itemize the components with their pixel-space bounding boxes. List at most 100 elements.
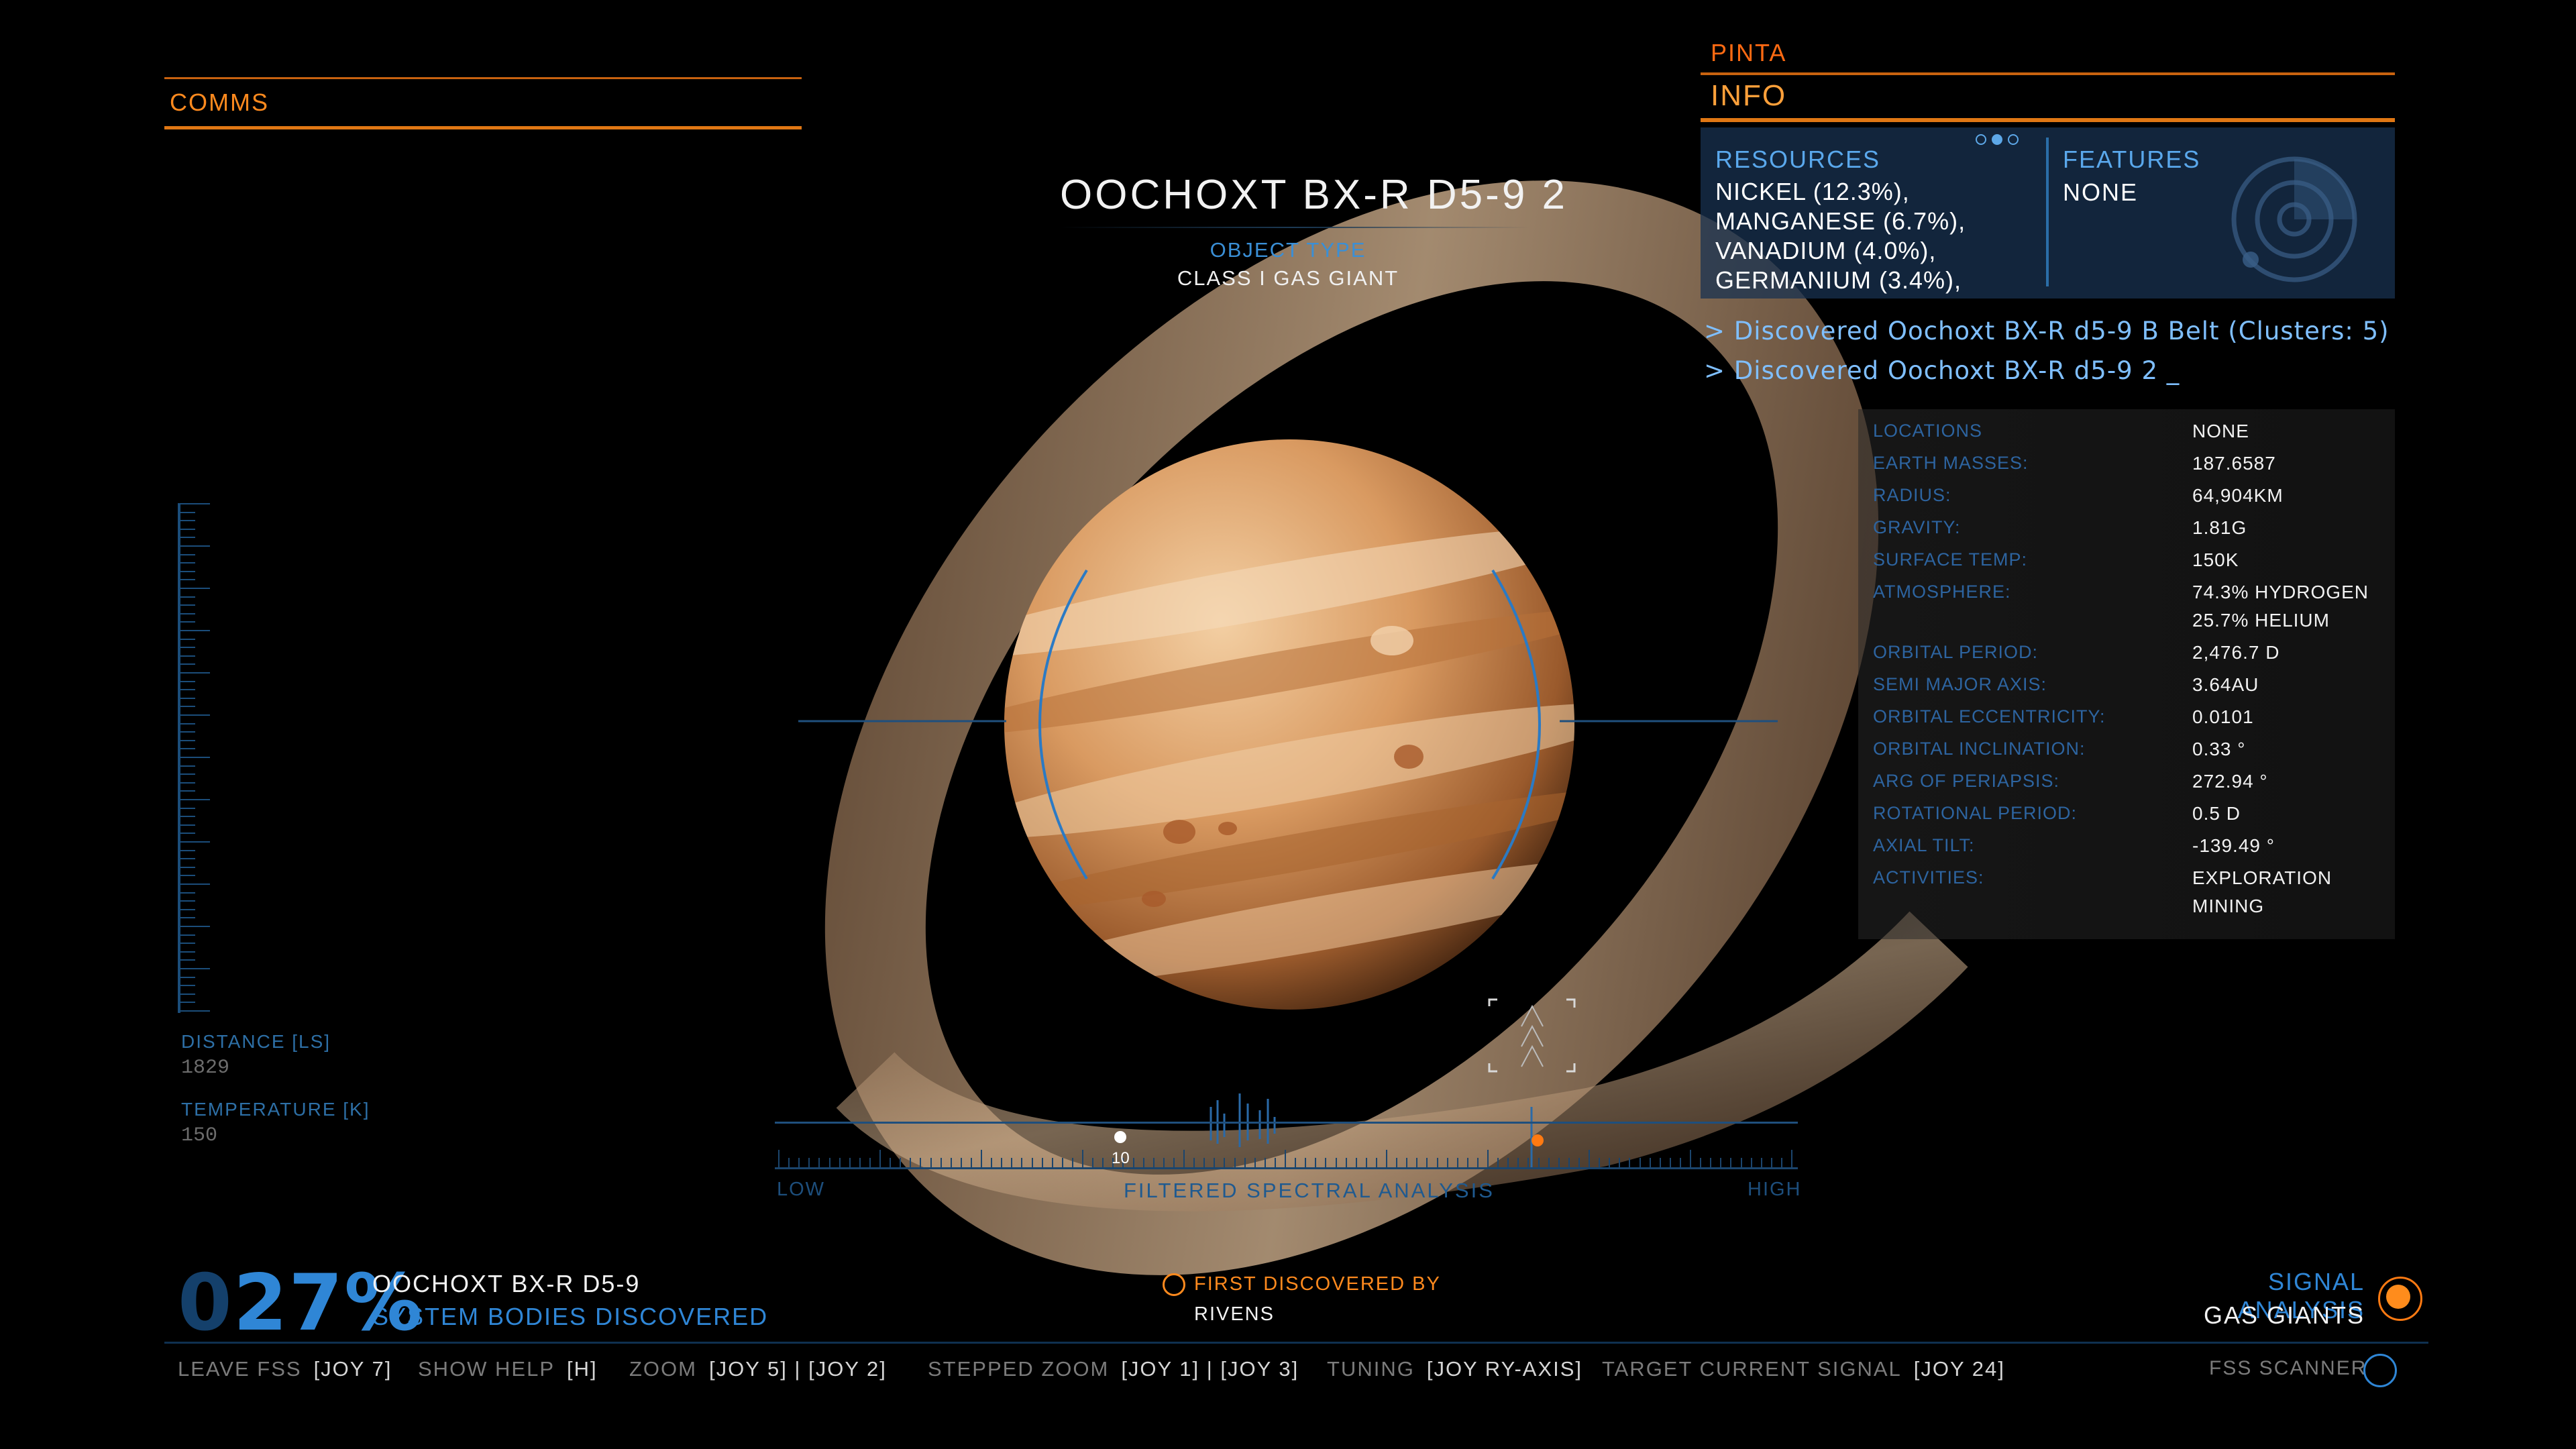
- gauge-tick: [180, 985, 195, 987]
- gauge-tick: [180, 655, 195, 657]
- page-indicator[interactable]: [1976, 134, 2024, 148]
- spectral-signal-orange: [1532, 1134, 1544, 1146]
- spectral-tick: [1193, 1158, 1195, 1167]
- body-data-key: ARG OF PERIAPSIS:: [1873, 771, 2060, 791]
- gauge-tick: [180, 833, 195, 835]
- spectral-tick: [1244, 1158, 1246, 1167]
- gauge-tick: [180, 697, 195, 699]
- spectral-tick: [1730, 1158, 1732, 1167]
- spectral-tick: [1152, 1158, 1155, 1167]
- ship-name: PINTA: [1711, 39, 1787, 66]
- control-hint-leave-fss[interactable]: LEAVE FSS [JOY 7]: [178, 1357, 392, 1381]
- distance-gauge: [178, 503, 221, 1013]
- title-divider: [1060, 227, 1529, 228]
- gauge-tick: [180, 663, 195, 665]
- spectral-tick: [1720, 1158, 1722, 1167]
- spectral-tick: [1375, 1158, 1377, 1167]
- control-key: TARGET CURRENT SIGNAL: [1602, 1357, 1902, 1381]
- spectral-marker-value: 10: [1112, 1149, 1130, 1167]
- spectral-tick: [1446, 1158, 1448, 1167]
- spectral-tick: [1558, 1158, 1560, 1167]
- spectral-tick: [879, 1150, 881, 1167]
- gauge-tick: [180, 816, 195, 818]
- body-data-value: 150K: [2192, 549, 2239, 570]
- control-hint-stepped-zoom[interactable]: STEPPED ZOOM [JOY 1] | [JOY 3]: [928, 1357, 1299, 1381]
- spectral-tick: [1700, 1158, 1702, 1167]
- spectral-tick: [1750, 1158, 1752, 1167]
- spectral-tick: [1203, 1158, 1205, 1167]
- info-tab[interactable]: INFO: [1711, 79, 1786, 113]
- control-hint-zoom[interactable]: ZOOM [JOY 5] | [JOY 2]: [629, 1357, 887, 1381]
- gauge-tick: [180, 866, 195, 868]
- spectral-tick: [930, 1158, 932, 1167]
- gauge-tick: [180, 943, 195, 945]
- distance-label: DISTANCE [LS]: [181, 1031, 331, 1052]
- gauge-tick: [180, 553, 195, 555]
- spectral-tick: [1619, 1158, 1621, 1167]
- spectral-tick: [1609, 1158, 1611, 1167]
- body-data-key: GRAVITY:: [1873, 517, 1961, 537]
- spectral-tick: [1740, 1158, 1742, 1167]
- spectral-tick: [1780, 1158, 1782, 1167]
- body-data-value: -139.49 °: [2192, 835, 2275, 856]
- spectral-tick: [1760, 1158, 1762, 1167]
- spectral-tick: [1102, 1158, 1104, 1167]
- page-dot-2[interactable]: [1992, 134, 2002, 145]
- features-label: FEATURES: [2063, 146, 2201, 173]
- spectral-tick: [1770, 1158, 1772, 1167]
- spectral-tick: [991, 1158, 993, 1167]
- spectral-tick: [798, 1158, 800, 1167]
- spectral-tick: [1679, 1158, 1681, 1167]
- control-hint-target-signal[interactable]: TARGET CURRENT SIGNAL [JOY 24]: [1602, 1357, 2005, 1381]
- spectral-low-label: LOW: [777, 1179, 826, 1200]
- control-key: ZOOM: [629, 1357, 697, 1381]
- spectral-tick: [1021, 1158, 1023, 1167]
- spectral-baseline[interactable]: [775, 1167, 1798, 1169]
- spectral-tick: [849, 1158, 851, 1167]
- spectral-tick: [1315, 1158, 1317, 1167]
- body-data-value-secondary: 25.7% HELIUM: [2192, 610, 2330, 631]
- gauge-tick: [180, 621, 195, 623]
- signal-analysis-value: GAS GIANTS: [2203, 1301, 2365, 1329]
- spectral-tick: [1325, 1158, 1327, 1167]
- gauge-tick: [180, 739, 195, 741]
- body-data-key: ORBITAL PERIOD:: [1873, 642, 2039, 662]
- spectral-tick: [1386, 1150, 1387, 1167]
- page-dot-3[interactable]: [2008, 134, 2019, 145]
- gauge-tick: [180, 503, 210, 504]
- body-data-value: 64,904KM: [2192, 485, 2284, 506]
- spectral-tick: [1589, 1150, 1590, 1167]
- comms-panel[interactable]: COMMS: [164, 77, 802, 129]
- body-name-title: OOCHOXT BX-R D5-9 2: [1060, 172, 1568, 218]
- first-discovered-value: RIVENS: [1194, 1303, 1275, 1325]
- gauge-tick: [180, 528, 195, 530]
- spectral-tick: [1659, 1158, 1661, 1167]
- gauge-tick: [180, 588, 210, 589]
- gauge-tick: [180, 841, 210, 843]
- spectral-tick: [1355, 1158, 1357, 1167]
- page-dot-1[interactable]: [1976, 134, 1986, 145]
- control-hint-show-help[interactable]: SHOW HELP [H]: [418, 1357, 598, 1381]
- spectral-tick: [1629, 1158, 1631, 1167]
- body-data-value: 3.64AU: [2192, 674, 2259, 695]
- control-key: SHOW HELP: [418, 1357, 555, 1381]
- object-type-value: CLASS I GAS GIANT: [1177, 266, 1399, 290]
- spectral-tick: [1224, 1158, 1226, 1167]
- body-data-value-secondary: MINING: [2192, 896, 2265, 916]
- spectral-tick: [839, 1158, 841, 1167]
- spectral-tick: [1416, 1158, 1418, 1167]
- gauge-tick: [180, 1002, 195, 1004]
- spectral-tick: [1426, 1158, 1428, 1167]
- gauge-tick: [180, 537, 195, 539]
- ship-name-divider: [1701, 72, 2395, 75]
- spectral-tick: [1639, 1158, 1641, 1167]
- spectral-tick: [1436, 1158, 1438, 1167]
- discovery-log-entry: > Discovered Oochoxt BX-R d5-9 2 _: [1704, 356, 2180, 385]
- comms-label: COMMS: [170, 89, 269, 116]
- spectral-tick: [1365, 1158, 1367, 1167]
- body-data-key: ROTATIONAL PERIOD:: [1873, 803, 2078, 823]
- body-data-value: 272.94 °: [2192, 771, 2268, 792]
- gauge-tick: [180, 680, 195, 682]
- control-hint-tuning[interactable]: TUNING [JOY RY-AXIS]: [1327, 1357, 1582, 1381]
- spectral-tick: [1132, 1158, 1134, 1167]
